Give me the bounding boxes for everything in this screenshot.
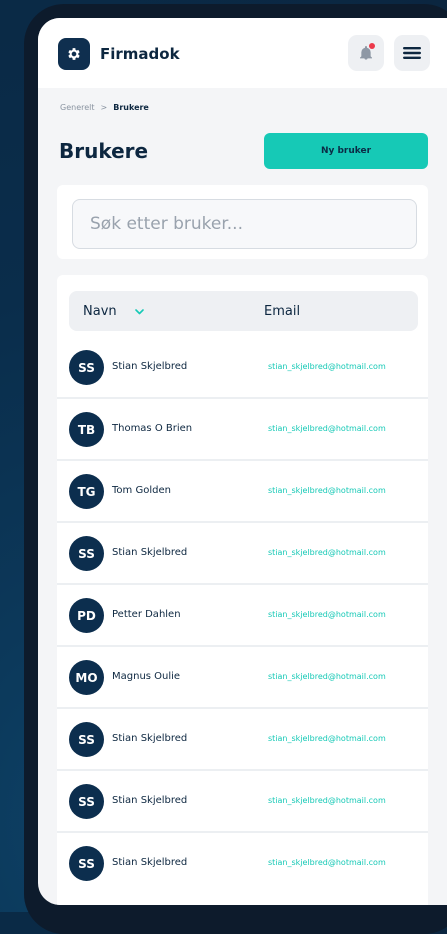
user-email[interactable]: stian_skjelbred@hotmail.com bbox=[268, 362, 386, 371]
avatar: SS bbox=[69, 846, 104, 881]
table-row[interactable]: SS Stian Skjelbred stian_skjelbred@hotma… bbox=[57, 771, 428, 833]
breadcrumb-separator: > bbox=[100, 103, 108, 112]
user-email[interactable]: stian_skjelbred@hotmail.com bbox=[268, 610, 386, 619]
column-name-label: Navn bbox=[83, 304, 117, 319]
user-email[interactable]: stian_skjelbred@hotmail.com bbox=[268, 672, 386, 681]
table-row[interactable]: SS Stian Skjelbred stian_skjelbred@hotma… bbox=[57, 709, 428, 771]
column-header-name[interactable]: Navn bbox=[83, 304, 144, 319]
notification-dot bbox=[369, 43, 375, 49]
table-row[interactable]: TB Thomas O Brien stian_skjelbred@hotmai… bbox=[57, 399, 428, 461]
table-row[interactable]: PD Petter Dahlen stian_skjelbred@hotmail… bbox=[57, 585, 428, 647]
table-row[interactable]: SS Stian Skjelbred stian_skjelbred@hotma… bbox=[57, 523, 428, 585]
table-row[interactable]: MO Magnus Oulie stian_skjelbred@hotmail.… bbox=[57, 647, 428, 709]
search-card bbox=[57, 185, 428, 259]
page-title: Brukere bbox=[59, 139, 149, 163]
app-header: Firmadok bbox=[38, 18, 447, 88]
users-table: Navn Email SS Stian Skjelbred stian_skje… bbox=[57, 275, 428, 905]
user-email[interactable]: stian_skjelbred@hotmail.com bbox=[268, 548, 386, 557]
column-header-email[interactable]: Email bbox=[264, 304, 300, 319]
user-name: Stian Skjelbred bbox=[112, 733, 188, 744]
user-email[interactable]: stian_skjelbred@hotmail.com bbox=[268, 796, 386, 805]
user-email[interactable]: stian_skjelbred@hotmail.com bbox=[268, 486, 386, 495]
user-name: Stian Skjelbred bbox=[112, 547, 188, 558]
avatar: MO bbox=[69, 660, 104, 695]
table-row[interactable]: SS Stian Skjelbred stian_skjelbred@hotma… bbox=[57, 833, 428, 893]
user-email[interactable]: stian_skjelbred@hotmail.com bbox=[268, 734, 386, 743]
chevron-down-icon[interactable] bbox=[134, 308, 144, 315]
user-name: Stian Skjelbred bbox=[112, 857, 188, 868]
notifications-button[interactable] bbox=[348, 35, 384, 71]
user-name: Stian Skjelbred bbox=[112, 361, 188, 372]
user-name: Magnus Oulie bbox=[112, 671, 181, 682]
search-input[interactable] bbox=[72, 199, 417, 249]
avatar: SS bbox=[69, 536, 104, 571]
table-header: Navn Email bbox=[69, 291, 418, 331]
user-name: Tom Golden bbox=[112, 485, 171, 496]
user-email[interactable]: stian_skjelbred@hotmail.com bbox=[268, 858, 386, 867]
app-screen: Firmadok Generelt > Brukere Brukere Ny bru… bbox=[38, 18, 447, 905]
brand-name: Firmadok bbox=[100, 45, 180, 63]
new-user-button[interactable]: Ny bruker bbox=[264, 133, 428, 169]
table-row[interactable]: SS Stian Skjelbred stian_skjelbred@hotma… bbox=[57, 337, 428, 399]
breadcrumb: Generelt > Brukere bbox=[60, 103, 149, 112]
table-body: SS Stian Skjelbred stian_skjelbred@hotma… bbox=[57, 337, 428, 893]
user-name: Petter Dahlen bbox=[112, 609, 181, 620]
user-name: Thomas O Brien bbox=[112, 423, 193, 434]
user-email[interactable]: stian_skjelbred@hotmail.com bbox=[268, 424, 386, 433]
breadcrumb-current: Brukere bbox=[113, 103, 149, 112]
table-row[interactable]: TG Tom Golden stian_skjelbred@hotmail.co… bbox=[57, 461, 428, 523]
avatar: TG bbox=[69, 474, 104, 509]
avatar: TB bbox=[69, 412, 104, 447]
user-name: Stian Skjelbred bbox=[112, 795, 188, 806]
avatar: SS bbox=[69, 350, 104, 385]
breadcrumb-parent[interactable]: Generelt bbox=[60, 103, 95, 112]
avatar: SS bbox=[69, 722, 104, 757]
gear-icon[interactable] bbox=[58, 38, 90, 70]
menu-button[interactable] bbox=[394, 35, 430, 71]
avatar: SS bbox=[69, 784, 104, 819]
hamburger-menu-icon bbox=[403, 46, 421, 60]
avatar: PD bbox=[69, 598, 104, 633]
